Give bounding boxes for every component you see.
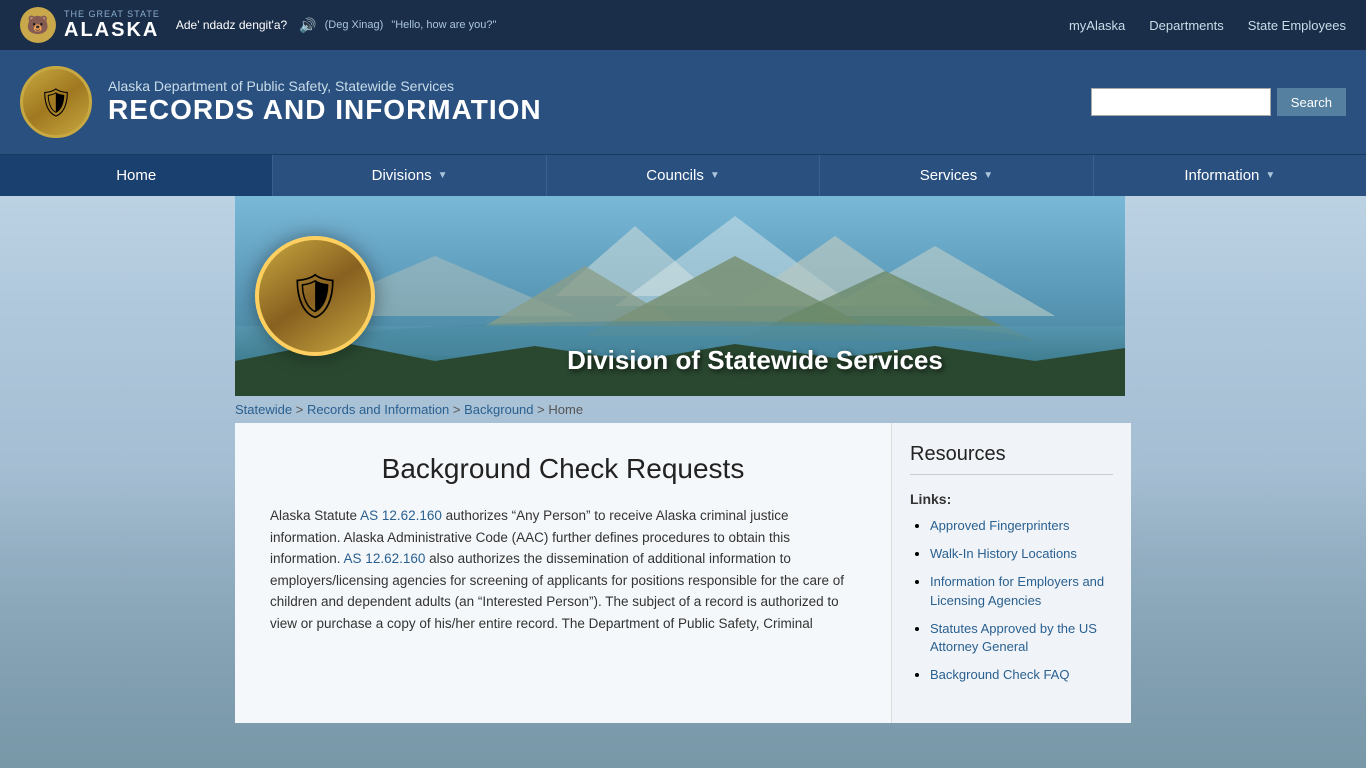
- breadcrumb-statewide[interactable]: Statewide: [235, 402, 292, 417]
- top-bar-right: myAlaska Departments State Employees: [1069, 18, 1346, 33]
- list-item: Walk-In History Locations: [930, 545, 1113, 563]
- sidebar-link-fingerprinters[interactable]: Approved Fingerprinters: [930, 518, 1069, 533]
- nav-item-home[interactable]: Home: [0, 155, 273, 196]
- hero-division-text: Division of Statewide Services: [385, 345, 1125, 376]
- breadcrumb-sep3: >: [537, 402, 548, 417]
- page-header: 🛡 Alaska Department of Public Safety, St…: [0, 50, 1366, 154]
- nav-item-councils[interactable]: Councils ▼: [547, 155, 820, 196]
- great-state-label: THE GREAT STATE: [64, 9, 160, 19]
- departments-link[interactable]: Departments: [1149, 18, 1223, 33]
- main-nav: Home Divisions ▼ Councils ▼ Services ▼ I…: [0, 154, 1366, 196]
- breadcrumb-sep2: >: [453, 402, 464, 417]
- nav-divisions-arrow: ▼: [438, 170, 448, 181]
- hero-badge-icon: 🛡: [255, 236, 375, 356]
- sidebar-link-statutes[interactable]: Statutes Approved by the US Attorney Gen…: [930, 621, 1097, 654]
- alaska-logo: 🐻 THE GREAT STATE ALASKA Ade' ndadz deng…: [20, 7, 496, 43]
- state-employees-link[interactable]: State Employees: [1248, 18, 1346, 33]
- nav-services-arrow: ▼: [983, 170, 993, 181]
- nav-home-label: Home: [116, 167, 156, 184]
- list-item: Background Check FAQ: [930, 666, 1113, 684]
- hero-badge-overlay: 🛡: [245, 206, 385, 386]
- sidebar-link-faq[interactable]: Background Check FAQ: [930, 667, 1069, 682]
- native-translation: "Hello, how are you?": [391, 19, 496, 31]
- statute-link-2[interactable]: AS 12.62.160: [344, 551, 426, 566]
- sidebar-title: Resources: [910, 443, 1113, 475]
- nav-divisions-label: Divisions: [372, 167, 432, 184]
- top-bar-left: 🐻 THE GREAT STATE ALASKA Ade' ndadz deng…: [20, 7, 496, 43]
- main-content: Background Check Requests Alaska Statute…: [235, 423, 891, 723]
- header-subtitle: Alaska Department of Public Safety, Stat…: [108, 78, 542, 94]
- search-area: Search: [1091, 88, 1346, 116]
- main-paragraph: Alaska Statute AS 12.62.160 authorizes “…: [270, 505, 856, 635]
- sidebar: Resources Links: Approved Fingerprinters…: [891, 423, 1131, 723]
- sidebar-links-list: Approved Fingerprinters Walk-In History …: [910, 517, 1113, 684]
- breadcrumb: Statewide > Records and Information > Ba…: [235, 396, 1131, 423]
- header-title: Alaska Department of Public Safety, Stat…: [108, 78, 542, 126]
- alaska-name-label: ALASKA: [64, 19, 160, 42]
- breadcrumb-background[interactable]: Background: [464, 402, 533, 417]
- search-input[interactable]: [1091, 88, 1271, 116]
- sound-icon: 🔊: [299, 17, 316, 34]
- page-title: Background Check Requests: [270, 453, 856, 485]
- header-main-title: RECORDS AND INFORMATION: [108, 94, 542, 126]
- breadcrumb-records[interactable]: Records and Information: [307, 402, 449, 417]
- top-bar: 🐻 THE GREAT STATE ALASKA Ade' ndadz deng…: [0, 0, 1366, 50]
- nav-services-label: Services: [920, 167, 978, 184]
- sidebar-links: Links: Approved Fingerprinters Walk-In H…: [910, 491, 1113, 684]
- statute-link-1[interactable]: AS 12.62.160: [360, 508, 442, 523]
- department-badge: 🛡: [20, 66, 92, 138]
- nav-item-services[interactable]: Services ▼: [820, 155, 1093, 196]
- breadcrumb-home: Home: [548, 402, 583, 417]
- breadcrumb-sep1: >: [296, 402, 307, 417]
- native-language: (Deg Xinag): [325, 19, 384, 31]
- my-alaska-link[interactable]: myAlaska: [1069, 18, 1125, 33]
- content-wrapper: Background Check Requests Alaska Statute…: [235, 423, 1131, 723]
- sidebar-links-label: Links:: [910, 491, 1113, 507]
- list-item: Information for Employers and Licensing …: [930, 573, 1113, 609]
- nav-councils-label: Councils: [646, 167, 704, 184]
- nav-item-divisions[interactable]: Divisions ▼: [273, 155, 546, 196]
- hero-banner: 🛡 Division of Statewide Services: [235, 196, 1125, 396]
- sidebar-link-employers[interactable]: Information for Employers and Licensing …: [930, 574, 1104, 607]
- search-button[interactable]: Search: [1277, 88, 1346, 116]
- header-left: 🛡 Alaska Department of Public Safety, St…: [20, 66, 542, 138]
- hero-text-overlay: Division of Statewide Services: [385, 345, 1125, 376]
- list-item: Statutes Approved by the US Attorney Gen…: [930, 620, 1113, 656]
- nav-information-arrow: ▼: [1265, 170, 1275, 181]
- alaska-bear-icon: 🐻: [20, 7, 56, 43]
- native-phrase: Ade' ndadz dengit'a?: [176, 18, 287, 32]
- list-item: Approved Fingerprinters: [930, 517, 1113, 535]
- sidebar-link-walkin[interactable]: Walk-In History Locations: [930, 546, 1077, 561]
- alaska-text-block: THE GREAT STATE ALASKA: [64, 9, 160, 42]
- nav-councils-arrow: ▼: [710, 170, 720, 181]
- nav-item-information[interactable]: Information ▼: [1094, 155, 1366, 196]
- hero-banner-container: 🛡 Division of Statewide Services: [235, 196, 1131, 396]
- nav-information-label: Information: [1184, 167, 1259, 184]
